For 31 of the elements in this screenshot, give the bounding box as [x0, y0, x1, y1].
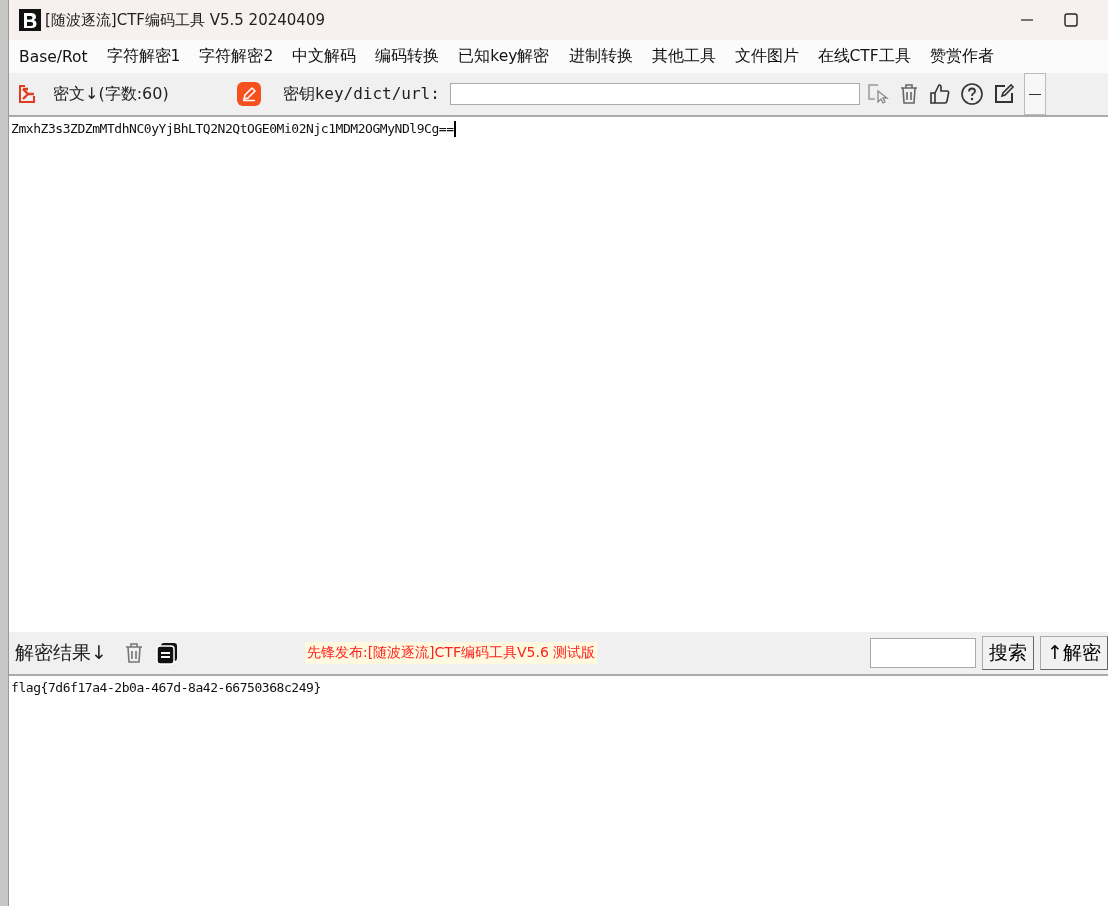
ciphertext-label: 密文↓(字数:60) [53, 83, 169, 105]
decrypt-button[interactable]: ↑解密 [1040, 636, 1108, 670]
menu-item[interactable]: 进制转换 [568, 46, 633, 67]
menu-item[interactable]: Base/Rot [19, 47, 88, 66]
app-logo-icon [19, 9, 41, 31]
maximize-icon[interactable] [1064, 13, 1078, 27]
import-arrow-icon[interactable] [17, 84, 37, 104]
result-text: flag{7d6f17a4-2b0a-467d-8a42-66750368c249} [11, 680, 321, 695]
search-field[interactable] [870, 638, 977, 668]
search-button[interactable]: 搜索 [982, 636, 1035, 670]
result-label: 解密结果↓ [15, 640, 107, 665]
key-input-field[interactable] [449, 83, 860, 105]
menu-item[interactable]: 其他工具 [651, 46, 716, 67]
cursor-select-icon[interactable] [865, 82, 890, 106]
key-label: 密钥key/dict/url: [282, 83, 440, 105]
menu-item[interactable]: 文件图片 [734, 46, 799, 67]
menu-item[interactable]: 编码转换 [375, 46, 440, 67]
window-title: [随波逐流]CTF编码工具 V5.5 20240409 [45, 10, 325, 30]
release-notice[interactable]: 先锋发布:[随波逐流]CTF编码工具V5.6 测试版 [304, 642, 598, 664]
menu-item[interactable]: 在线CTF工具 [817, 46, 911, 67]
menu-item[interactable]: 字符解密1 [106, 46, 181, 67]
thumbs-up-icon[interactable] [927, 82, 952, 106]
help-icon[interactable] [959, 82, 984, 106]
menu-item[interactable]: 字符解密2 [199, 46, 274, 67]
menu-item[interactable]: 赞赏作者 [929, 46, 994, 67]
edit-pencil-icon[interactable] [236, 82, 261, 106]
copy-icon[interactable] [154, 641, 179, 665]
menu-item[interactable]: 已知key解密 [458, 46, 550, 67]
text-cursor [453, 121, 456, 137]
ciphertext-text: ZmxhZ3s3ZDZmMTdhNC0yYjBhLTQ2N2QtOGE0Mi02Njc1MDM2OGMyNDl9Cg== [11, 121, 454, 136]
menu-item[interactable]: 中文解码 [292, 46, 357, 67]
